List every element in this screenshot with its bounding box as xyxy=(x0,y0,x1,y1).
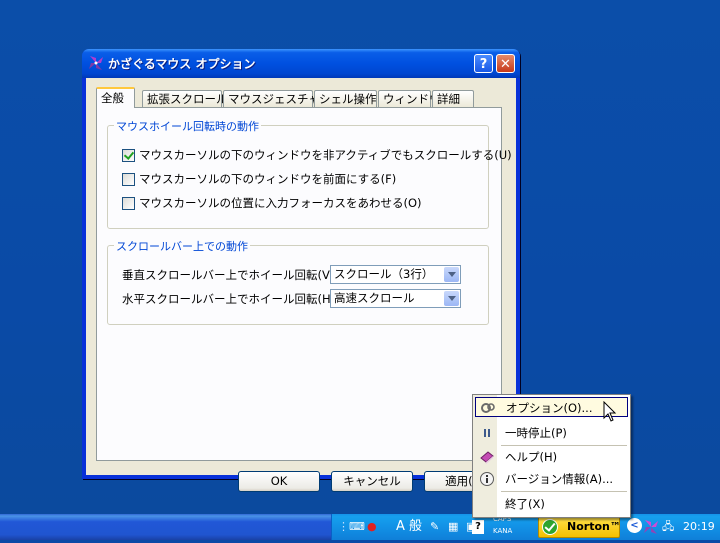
option-scroll-inactive[interactable]: マウスカーソルの下のウィンドウを非アクティブでもスクロールする(U) xyxy=(122,148,512,162)
gear-icon xyxy=(481,403,495,413)
vertical-scroll-value: スクロール（3行） xyxy=(334,267,434,281)
option-bring-front[interactable]: マウスカーソルの下のウィンドウを前面にする(F) xyxy=(122,172,396,186)
menu-item-pause-label: 一時停止(P) xyxy=(505,426,567,440)
clock[interactable]: 20:19 xyxy=(683,519,715,535)
menu-item-about-label: バージョン情報(A)... xyxy=(505,472,614,486)
checkbox-unchecked[interactable] xyxy=(122,196,135,210)
option-bring-front-label: マウスカーソルの下のウィンドウを前面にする(F) xyxy=(139,172,397,186)
menu-item-help[interactable]: ヘルプ(H) xyxy=(475,447,628,467)
wheel-group-title: マウスホイール回転時の動作 xyxy=(114,118,261,134)
keyboard-icon[interactable]: ⌨ xyxy=(349,519,365,535)
options-dialog: かざぐるマウス オプション ? ✕ 全般 拡張スクロール マウスジェスチャー シ… xyxy=(82,49,520,492)
norton-label: Norton™ xyxy=(567,520,621,533)
ime-settings-icon[interactable]: ▦ xyxy=(448,519,458,535)
ime-help-icon[interactable]: ? xyxy=(472,520,484,534)
scrollbar-group: スクロールバー上での動作 垂直スクロールバー上でホイール回転(V): スクロール… xyxy=(107,238,489,325)
checkbox-checked[interactable] xyxy=(122,148,135,162)
vertical-scroll-label: 垂直スクロールバー上でホイール回転(V): xyxy=(122,268,339,282)
menu-separator xyxy=(501,491,627,492)
menu-item-about[interactable]: バージョン情報(A)... xyxy=(475,469,628,489)
book-icon xyxy=(480,451,494,464)
window-title: かざぐるマウス オプション xyxy=(108,57,256,71)
tab-extended-scroll[interactable]: 拡張スクロール xyxy=(142,90,228,107)
tab-details[interactable]: 詳細 xyxy=(432,90,474,107)
pinwheel-icon xyxy=(89,56,103,70)
chevron-down-icon[interactable] xyxy=(444,291,459,306)
cancel-button[interactable]: キャンセル xyxy=(331,471,413,492)
wheel-group: マウスホイール回転時の動作 マウスカーソルの下のウィンドウを非アクティブでもスク… xyxy=(107,118,512,229)
menu-item-help-label: ヘルプ(H) xyxy=(505,450,558,464)
horizontal-scroll-select[interactable]: 高速スクロール xyxy=(330,289,461,308)
menu-item-pause[interactable]: 一時停止(P) xyxy=(475,423,628,443)
option-focus-cursor-label: マウスカーソルの位置に入力フォーカスをあわせる(O) xyxy=(139,196,422,210)
network-icon[interactable]: 🖧 xyxy=(662,519,674,535)
grip-icon: ⋮ xyxy=(338,520,349,533)
option-scroll-inactive-label: マウスカーソルの下のウィンドウを非アクティブでもスクロールする(U) xyxy=(139,148,512,162)
tab-panel-general: マウスホイール回転時の動作 マウスカーソルの下のウィンドウを非アクティブでもスク… xyxy=(96,107,512,461)
tab-general[interactable]: 全般 xyxy=(96,87,135,108)
tab-window[interactable]: ウィンドウ xyxy=(378,90,441,107)
horizontal-scroll-value: 高速スクロール xyxy=(334,291,415,305)
menu-separator xyxy=(501,445,627,446)
tab-mouse-gesture[interactable]: マウスジェスチャー xyxy=(223,90,331,107)
mouse-cursor-icon xyxy=(603,401,617,422)
option-focus-cursor[interactable]: マウスカーソルの位置に入力フォーカスをあわせる(O) xyxy=(122,196,422,210)
info-icon xyxy=(480,472,494,486)
title-bar[interactable]: かざぐるマウス オプション ? ✕ xyxy=(82,49,520,78)
norton-status[interactable]: Norton™ xyxy=(538,516,621,538)
checkbox-unchecked[interactable] xyxy=(122,172,135,186)
kana-indicator: KANA xyxy=(493,527,513,535)
tab-shell-operation[interactable]: シェル操作 xyxy=(314,90,377,107)
ime-mode-indicator[interactable]: A 般 xyxy=(396,519,422,535)
pause-icon xyxy=(484,429,490,437)
dialog-client: 全般 拡張スクロール マウスジェスチャー シェル操作 ウィンドウ 詳細 マウスホ… xyxy=(86,78,516,492)
ok-button[interactable]: OK xyxy=(238,471,320,492)
vertical-scroll-select[interactable]: スクロール（3行） xyxy=(330,265,461,284)
show-hidden-icons-button[interactable]: < xyxy=(627,518,642,533)
ime-tool-icon[interactable]: ✎ xyxy=(430,519,439,535)
menu-item-exit[interactable]: 終了(X) xyxy=(475,494,628,514)
close-button[interactable]: ✕ xyxy=(496,54,515,73)
scrollbar-group-title: スクロールバー上での動作 xyxy=(114,238,250,254)
ime-icon[interactable]: ● xyxy=(367,519,377,535)
check-icon xyxy=(542,519,558,535)
menu-item-options-label: オプション(O)... xyxy=(506,401,593,415)
menu-item-exit-label: 終了(X) xyxy=(505,497,545,511)
pinwheel-tray-icon[interactable] xyxy=(643,519,659,535)
help-button[interactable]: ? xyxy=(474,54,493,73)
chevron-down-icon[interactable] xyxy=(444,267,459,282)
horizontal-scroll-label: 水平スクロールバー上でホイール回転(H): xyxy=(122,292,339,306)
